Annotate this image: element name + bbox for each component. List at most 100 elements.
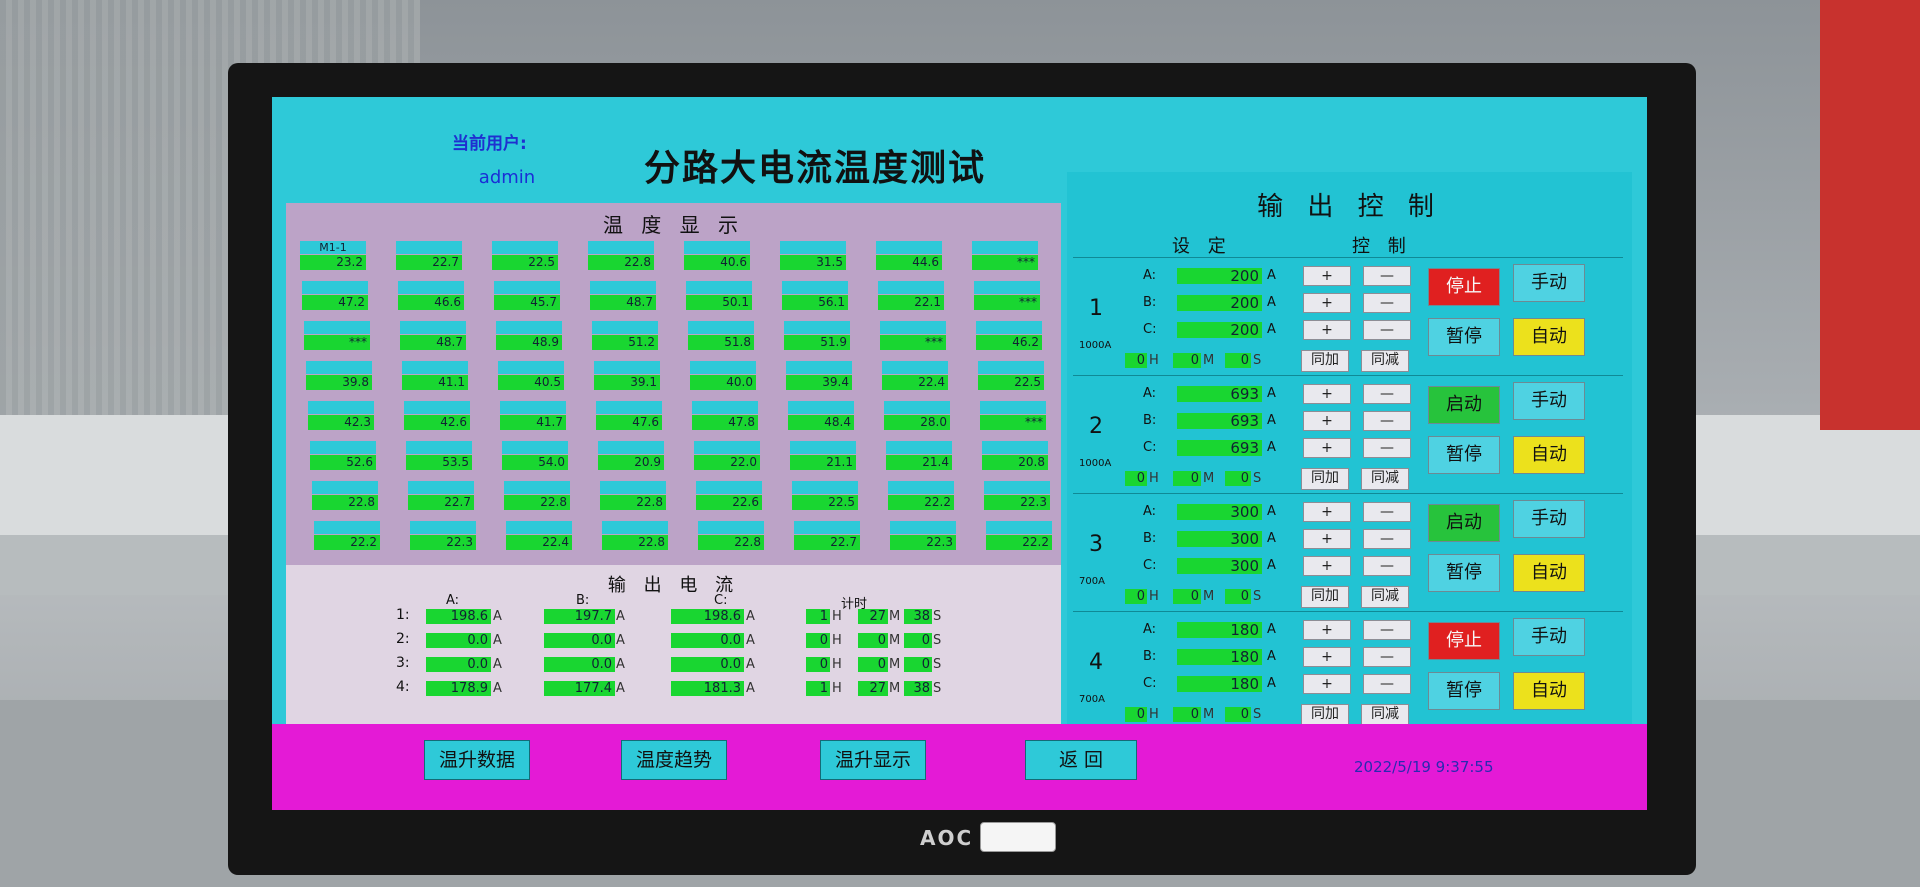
same-subtract-button[interactable]: 同减 xyxy=(1361,586,1409,608)
same-subtract-button[interactable]: 同减 xyxy=(1361,350,1409,372)
group-timer-minutes: 0 xyxy=(1173,589,1201,604)
temperature-cell-label xyxy=(986,521,1052,534)
temperature-cell: M1-1 23.2 xyxy=(300,241,366,270)
pause-button[interactable]: 暂停 xyxy=(1428,672,1500,710)
temperature-cell-label xyxy=(496,321,562,334)
auto-button[interactable]: 自动 xyxy=(1513,554,1585,592)
decrement-a-button[interactable]: — xyxy=(1363,266,1411,286)
timer-minutes: 0 xyxy=(858,657,888,672)
manual-button[interactable]: 手动 xyxy=(1513,382,1585,420)
temperature-value: 48.9 xyxy=(496,335,562,350)
temperature-value: 22.2 xyxy=(986,535,1052,550)
temperature-cell: 22.8 xyxy=(600,481,666,510)
increment-c-button[interactable]: + xyxy=(1303,674,1351,694)
back-button[interactable]: 返 回 xyxy=(1025,740,1137,780)
temperature-cell-label xyxy=(400,321,466,334)
temperature-value: 22.2 xyxy=(314,535,380,550)
decrement-c-button[interactable]: — xyxy=(1363,674,1411,694)
temperature-value: 22.7 xyxy=(396,255,462,270)
temperature-cell-label xyxy=(596,401,662,414)
temperature-cell: 48.9 xyxy=(496,321,562,350)
decrement-c-button[interactable]: — xyxy=(1363,438,1411,458)
same-add-button[interactable]: 同加 xyxy=(1301,468,1349,490)
temp-trend-button[interactable]: 温度趋势 xyxy=(621,740,727,780)
temperature-cell-label xyxy=(888,481,954,494)
same-add-button[interactable]: 同加 xyxy=(1301,586,1349,608)
decrement-c-button[interactable]: — xyxy=(1363,320,1411,340)
increment-b-button[interactable]: + xyxy=(1303,529,1351,549)
decrement-a-button[interactable]: — xyxy=(1363,502,1411,522)
increment-b-button[interactable]: + xyxy=(1303,411,1351,431)
temp-rise-display-button[interactable]: 温升显示 xyxy=(820,740,926,780)
pause-button[interactable]: 暂停 xyxy=(1428,318,1500,356)
temperature-cell: 20.8 xyxy=(982,441,1048,470)
increment-a-button[interactable]: + xyxy=(1303,384,1351,404)
same-subtract-button[interactable]: 同减 xyxy=(1361,468,1409,490)
same-add-button[interactable]: 同加 xyxy=(1301,704,1349,726)
temperature-cell: 22.8 xyxy=(312,481,378,510)
run-state-button[interactable]: 启动 xyxy=(1428,386,1500,424)
setpoint-a-value: 180 xyxy=(1177,622,1262,638)
timer-m-unit: M xyxy=(889,633,901,648)
phase-label: A: xyxy=(1143,386,1157,401)
temp-rise-data-button[interactable]: 温升数据 xyxy=(424,740,530,780)
temperature-panel-title: 温 度 显 示 xyxy=(602,213,745,237)
output-group-rating: 1000A xyxy=(1079,458,1112,469)
phase-label: A: xyxy=(1143,622,1157,637)
monitor-sticker xyxy=(980,822,1056,852)
auto-button[interactable]: 自动 xyxy=(1513,318,1585,356)
timer-s-unit: S xyxy=(933,609,942,624)
current-unit: A xyxy=(746,681,755,696)
temperature-cell: 22.2 xyxy=(888,481,954,510)
temperature-value: 22.8 xyxy=(602,535,668,550)
decrement-a-button[interactable]: — xyxy=(1363,620,1411,640)
pause-button[interactable]: 暂停 xyxy=(1428,554,1500,592)
group-timer-h-unit: H xyxy=(1149,589,1159,604)
run-state-button[interactable]: 停止 xyxy=(1428,622,1500,660)
temperature-cell: 22.7 xyxy=(794,521,860,550)
temperature-cell-label xyxy=(876,241,942,254)
temperature-cell: 22.3 xyxy=(984,481,1050,510)
decrement-b-button[interactable]: — xyxy=(1363,411,1411,431)
temperature-cell: 39.8 xyxy=(306,361,372,390)
temperature-cell: 39.1 xyxy=(594,361,660,390)
decrement-c-button[interactable]: — xyxy=(1363,556,1411,576)
increment-a-button[interactable]: + xyxy=(1303,620,1351,640)
hmi-screen: 当前用户: admin 分路大电流温度测试 温 度 显 示 M1-1 23.2 22… xyxy=(272,97,1647,810)
increment-c-button[interactable]: + xyxy=(1303,556,1351,576)
group-timer-minutes: 0 xyxy=(1173,471,1201,486)
auto-button[interactable]: 自动 xyxy=(1513,672,1585,710)
decrement-b-button[interactable]: — xyxy=(1363,293,1411,313)
manual-button[interactable]: 手动 xyxy=(1513,618,1585,656)
temperature-value: *** xyxy=(880,335,946,350)
timer-h-unit: H xyxy=(832,609,842,624)
setpoint-c-value: 300 xyxy=(1177,558,1262,574)
increment-b-button[interactable]: + xyxy=(1303,647,1351,667)
auto-button[interactable]: 自动 xyxy=(1513,436,1585,474)
increment-a-button[interactable]: + xyxy=(1303,502,1351,522)
run-state-button[interactable]: 停止 xyxy=(1428,268,1500,306)
decrement-b-button[interactable]: — xyxy=(1363,529,1411,549)
current-unit: A xyxy=(493,681,502,696)
temperature-cell: 42.3 xyxy=(308,401,374,430)
pause-button[interactable]: 暂停 xyxy=(1428,436,1500,474)
increment-c-button[interactable]: + xyxy=(1303,438,1351,458)
run-state-button[interactable]: 启动 xyxy=(1428,504,1500,542)
decrement-b-button[interactable]: — xyxy=(1363,647,1411,667)
temperature-cell-label xyxy=(788,401,854,414)
group-timer-m-unit: M xyxy=(1203,471,1215,486)
group-timer-hours: 0 xyxy=(1125,707,1147,722)
temperature-value: 42.3 xyxy=(308,415,374,430)
temperature-cell-label xyxy=(786,361,852,374)
manual-button[interactable]: 手动 xyxy=(1513,264,1585,302)
temperature-cell: 28.0 xyxy=(884,401,950,430)
increment-c-button[interactable]: + xyxy=(1303,320,1351,340)
same-add-button[interactable]: 同加 xyxy=(1301,350,1349,372)
same-subtract-button[interactable]: 同减 xyxy=(1361,704,1409,726)
decrement-a-button[interactable]: — xyxy=(1363,384,1411,404)
timer-seconds: 38 xyxy=(904,609,932,624)
manual-button[interactable]: 手动 xyxy=(1513,500,1585,538)
temperature-value: 22.8 xyxy=(600,495,666,510)
increment-b-button[interactable]: + xyxy=(1303,293,1351,313)
increment-a-button[interactable]: + xyxy=(1303,266,1351,286)
